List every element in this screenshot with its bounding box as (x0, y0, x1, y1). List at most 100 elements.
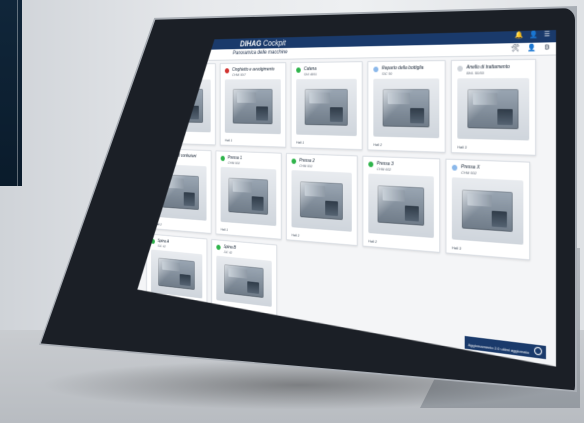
screen: DIHAG Cockpit 🔔 👤 ☰ Panoramica delle mac… (137, 30, 556, 367)
card-subtitle: CHM 502 (461, 169, 477, 176)
status-dot-icon (457, 66, 462, 72)
card-subtitle: SIC 42 (223, 249, 233, 255)
machine-illustration (159, 258, 195, 290)
card-subtitle: SIC 50 (381, 71, 393, 76)
card-header: Saldatrice e avvolgimento EIKA KC (159, 68, 211, 79)
machine-image (155, 164, 207, 221)
status-dot-icon (373, 67, 378, 73)
card-foot: Hall 3 (457, 144, 467, 150)
status-dot-icon (296, 67, 301, 72)
machine-illustration (462, 189, 512, 232)
status-dot-icon (155, 153, 159, 158)
person-icon[interactable]: 👤 (527, 44, 536, 52)
machine-card[interactable]: Pressa 2 CHM 502 Hall 2 (286, 153, 357, 246)
machine-card[interactable]: Spina A SIC 42 (146, 233, 207, 311)
machine-illustration (383, 89, 429, 127)
card-subtitle: CHM 502 (227, 160, 240, 166)
card-header: Pressa 3 CHM 602 (368, 161, 434, 175)
machine-card[interactable]: Catena SHI 4851 Hall 1 (291, 61, 363, 150)
machine-image (216, 256, 271, 307)
top-icons: 🔔 👤 ☰ (515, 30, 550, 39)
machine-image (452, 177, 523, 244)
card-header: Pressa 1 CHM 502 (221, 155, 277, 168)
status-dot-icon (225, 68, 229, 73)
machine-image (151, 249, 202, 298)
machine-card[interactable]: Cinghietto e avvolgimento CHMI 50/7 Hall… (220, 62, 286, 147)
card-foot: Hall 2 (373, 142, 382, 148)
card-title: Saldatrice di confezioni (161, 152, 197, 160)
status-dot-icon (221, 156, 225, 161)
menu-icon[interactable]: ☰ (544, 30, 550, 38)
machine-illustration (468, 89, 518, 129)
card-header: Catena SHI 4851 (296, 66, 357, 77)
card-subtitle: EIKA KC (165, 72, 177, 78)
tools-icon[interactable]: 🛠 (511, 44, 520, 52)
machine-grid: Saldatrice e avvolgimento EIKA KC Hall 1… (145, 59, 548, 359)
bottom-status-text: Aggiornamento 2.0 ultimi aggiornato (467, 342, 530, 355)
machine-image (373, 78, 439, 138)
status-dot-icon (292, 159, 297, 165)
refresh-icon[interactable] (534, 347, 542, 356)
machine-illustration (166, 89, 202, 123)
status-dot-icon (159, 69, 163, 74)
machine-card[interactable]: Pressa 1 CHM 502 Hall 1 (216, 150, 282, 239)
card-subtitle: EIKA KC (161, 157, 173, 163)
machine-illustration (229, 177, 268, 215)
card-header: Anello di trattamento BHL 50/50 (457, 64, 529, 76)
machine-illustration (162, 174, 198, 211)
card-header: Pressa 2 CHM 502 (292, 158, 352, 171)
machine-card[interactable]: Pressa 3 CHM 602 Hall 2 (363, 156, 441, 253)
gear-icon[interactable]: ⚙ (544, 43, 550, 51)
user-icon[interactable]: 👤 (529, 30, 538, 38)
status-dot-icon (216, 245, 220, 251)
card-subtitle: BHL 50/50 (466, 70, 485, 76)
machine-illustration (224, 265, 263, 298)
header-actions: 🛠 👤 ⚙ (511, 43, 550, 52)
status-dot-icon (452, 165, 457, 171)
machine-image (296, 79, 357, 136)
machine-card[interactable]: Saldatrice di confezioni EIKA KC Hall 2 (150, 148, 211, 234)
app-logo: DIHAG Cockpit (240, 38, 286, 48)
bell-icon[interactable]: 🔔 (515, 31, 523, 39)
card-foot: Hall 3 (451, 245, 462, 251)
card-foot: Hall 1 (220, 226, 228, 232)
brand-name: DIHAG (239, 38, 262, 49)
product-name: Cockpit (263, 38, 286, 48)
card-subtitle: SIC 42 (157, 243, 166, 249)
machine-card[interactable]: Anello di trattamento BHL 50/50 Hall 3 (451, 59, 536, 156)
status-dot-icon (368, 161, 373, 167)
card-subtitle: SHI 4851 (303, 71, 317, 77)
card-foot: Hall 1 (296, 139, 305, 145)
card-title: Saldatrice e avvolgimento (165, 67, 205, 74)
machine-illustration (300, 181, 342, 221)
machine-image (457, 78, 529, 140)
machine-image (292, 170, 352, 232)
machine-image (368, 174, 434, 238)
tablet: DIHAG Cockpit 🔔 👤 ☰ Panoramica delle mac… (0, 0, 584, 423)
machine-image (159, 79, 211, 132)
card-foot: Hall 1 (158, 136, 166, 141)
page-title: Panoramica delle macchine (232, 49, 288, 57)
card-header: Pressa X CHM 502 (452, 164, 523, 179)
card-subtitle: CHM 502 (299, 163, 313, 169)
machine-image (221, 167, 277, 226)
screen-wrap: DIHAG Cockpit 🔔 👤 ☰ Panoramica delle mac… (36, 30, 556, 360)
machine-card[interactable]: Pressa X CHM 502 Hall 3 (446, 159, 531, 261)
card-header: Cinghietto e avvolgimento CHMI 50/7 (225, 67, 281, 78)
status-dot-icon (151, 239, 155, 244)
card-header: Reparto della bottiglia SIC 50 (373, 65, 439, 77)
card-foot: Hall 2 (291, 232, 300, 238)
machine-illustration (305, 89, 347, 125)
machine-card[interactable]: Reparto della bottiglia SIC 50 Hall 2 (368, 60, 446, 153)
card-foot: Hall 2 (154, 221, 162, 227)
machine-image (225, 79, 281, 134)
machine-card[interactable]: Spina B SIC 42 (211, 239, 277, 321)
card-subtitle: CHMI 50/7 (232, 72, 246, 77)
machine-illustration (378, 185, 424, 226)
card-foot: Hall 2 (368, 238, 377, 244)
machine-card[interactable]: Saldatrice e avvolgimento EIKA KC Hall 1 (154, 63, 215, 145)
machine-illustration (233, 89, 272, 124)
card-foot: Hall 1 (224, 137, 233, 143)
card-header: Saldatrice di confezioni EIKA KC (155, 152, 207, 164)
card-subtitle: CHM 602 (376, 166, 392, 172)
